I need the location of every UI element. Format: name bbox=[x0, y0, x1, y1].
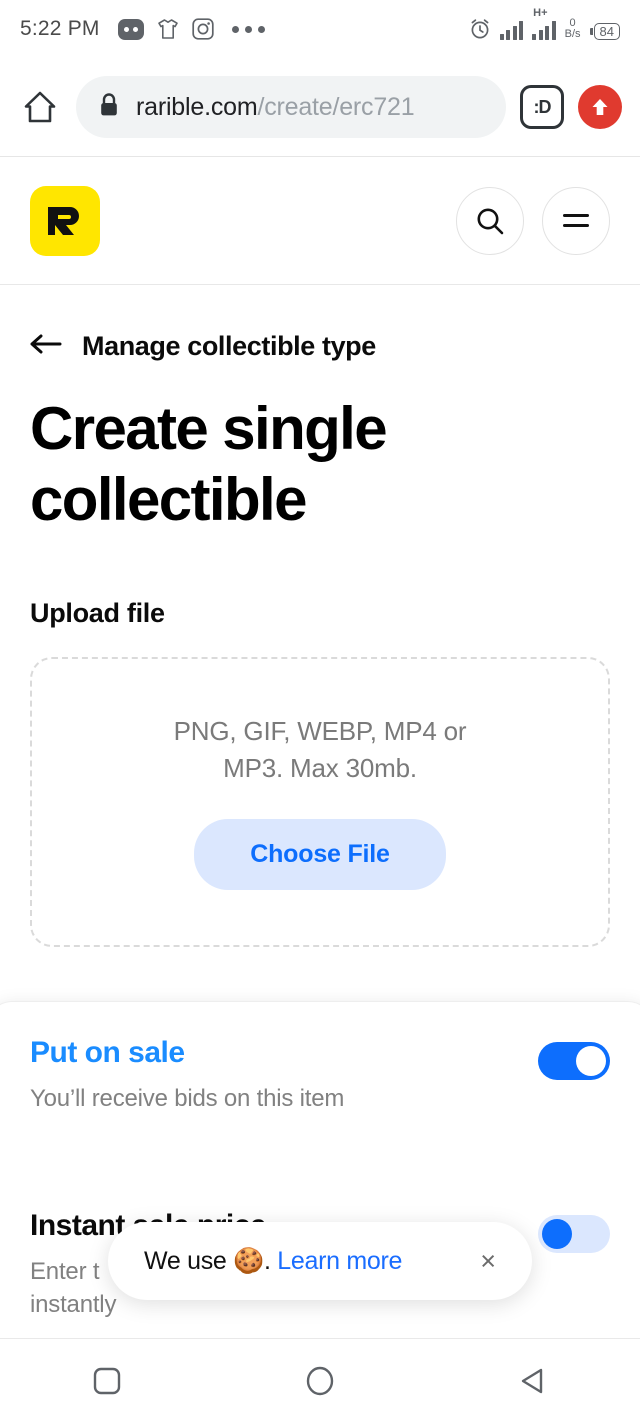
url-domain: rarible.com bbox=[136, 92, 258, 121]
put-on-sale-row: Put on sale You’ll receive bids on this … bbox=[30, 1036, 610, 1116]
tshirt-icon bbox=[156, 18, 180, 40]
upload-arrow-icon[interactable] bbox=[578, 85, 622, 129]
phone-screen: 5:22 PM H+ 0 B/s 84 rarible.com/create/e… bbox=[0, 0, 640, 1422]
address-bar[interactable]: rarible.com/create/erc721 bbox=[76, 76, 506, 138]
site-header bbox=[0, 157, 640, 285]
put-on-sale-title: Put on sale bbox=[30, 1036, 185, 1069]
browser-toolbar: rarible.com/create/erc721 :D bbox=[0, 58, 640, 157]
network-type-label: H+ bbox=[533, 7, 548, 19]
cookie-text-before: We use bbox=[144, 1246, 234, 1275]
search-icon[interactable] bbox=[456, 186, 524, 255]
instagram-icon bbox=[191, 18, 214, 40]
breadcrumb-label: Manage collectible type bbox=[82, 331, 376, 361]
instant-sale-subtitle-line2: instantly bbox=[30, 1291, 117, 1319]
circle-home-icon[interactable] bbox=[265, 1339, 375, 1422]
square-recents-icon[interactable] bbox=[52, 1339, 162, 1422]
upload-section-label: Upload file bbox=[30, 597, 165, 628]
cookie-banner-text: We use 🍪. Learn more bbox=[144, 1247, 402, 1276]
put-on-sale-subtitle: You’ll receive bids on this item bbox=[30, 1085, 345, 1112]
cookie-icon: 🍪 bbox=[233, 1246, 264, 1275]
cookie-close-icon[interactable]: × bbox=[474, 1244, 502, 1279]
url-path: /create/erc721 bbox=[257, 92, 415, 121]
status-bar: 5:22 PM H+ 0 B/s 84 bbox=[0, 0, 640, 58]
page-content: Manage collectible type Create single co… bbox=[0, 285, 640, 947]
signal-bars-icon bbox=[499, 20, 524, 40]
arrow-left-icon[interactable] bbox=[30, 332, 64, 361]
android-navigation-bar bbox=[0, 1338, 640, 1422]
battery-level-label: 84 bbox=[593, 23, 620, 40]
more-dots-icon bbox=[231, 25, 265, 33]
face-button[interactable]: :D bbox=[520, 85, 564, 129]
breadcrumb-back-row[interactable]: Manage collectible type bbox=[30, 285, 610, 362]
signal-hplus-icon: H+ bbox=[532, 8, 556, 40]
alarm-icon bbox=[469, 18, 491, 40]
sale-settings-card: Put on sale You’ll receive bids on this … bbox=[0, 1002, 640, 1362]
lock-icon bbox=[98, 92, 120, 123]
rarible-logo[interactable] bbox=[30, 185, 100, 256]
instant-sale-subtitle-line1: Enter t bbox=[30, 1257, 100, 1285]
file-dropzone[interactable]: PNG, GIF, WEBP, MP4 or MP3. Max 30mb. Ch… bbox=[30, 656, 610, 947]
dropzone-hint-text: PNG, GIF, WEBP, MP4 or MP3. Max 30mb. bbox=[173, 716, 467, 784]
data-rate-unit: B/s bbox=[564, 28, 581, 40]
triangle-back-icon[interactable] bbox=[478, 1339, 588, 1422]
hamburger-menu-icon[interactable] bbox=[542, 186, 610, 255]
card-divider bbox=[30, 1156, 610, 1157]
instant-sale-price-toggle[interactable] bbox=[538, 1214, 610, 1253]
status-notification-icons bbox=[117, 18, 265, 40]
put-on-sale-toggle[interactable] bbox=[538, 1042, 610, 1080]
cookie-text-after: . bbox=[263, 1246, 278, 1275]
status-time: 5:22 PM bbox=[20, 17, 100, 40]
battery-indicator: 84 bbox=[589, 23, 620, 40]
home-icon[interactable] bbox=[18, 85, 62, 129]
page-title: Create single collectible bbox=[30, 395, 388, 533]
cookie-learn-more-link[interactable]: Learn more bbox=[277, 1247, 402, 1275]
data-rate-indicator: 0 B/s bbox=[565, 18, 581, 40]
game-controller-icon bbox=[117, 18, 144, 40]
status-system-icons: H+ 0 B/s 84 bbox=[469, 8, 620, 40]
url-text: rarible.com/create/erc721 bbox=[136, 92, 415, 122]
cookie-banner: We use 🍪. Learn more × bbox=[108, 1222, 532, 1300]
choose-file-button[interactable]: Choose File bbox=[194, 819, 446, 890]
